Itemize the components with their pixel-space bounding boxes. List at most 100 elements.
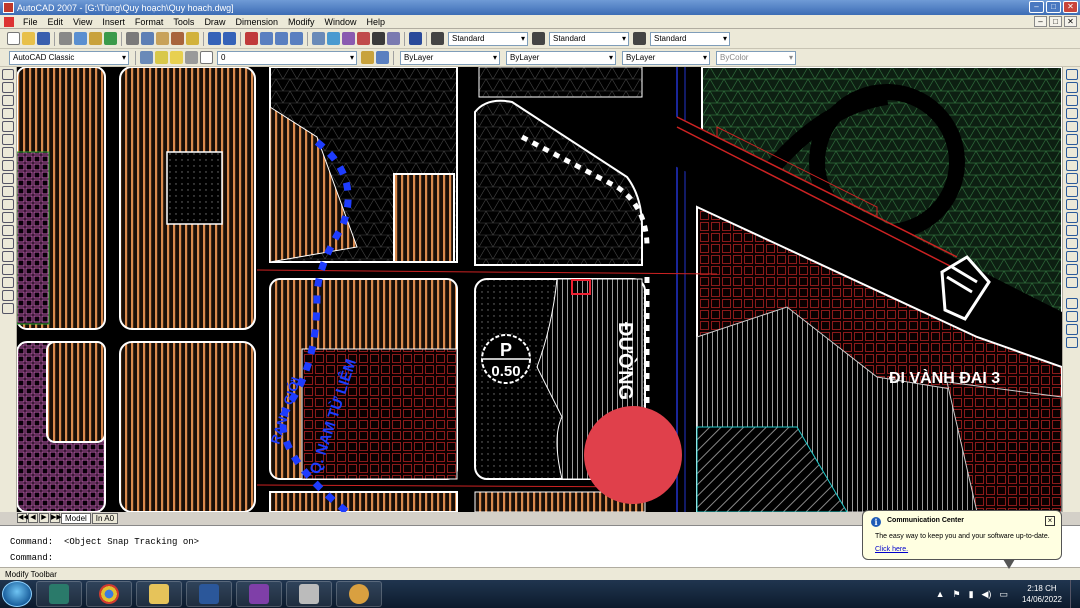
chat-icon[interactable]: ▭ <box>999 589 1008 600</box>
ellipse-icon[interactable] <box>2 186 14 197</box>
sheet-set-icon[interactable] <box>357 32 370 45</box>
offset-icon[interactable] <box>1066 108 1078 119</box>
plot-style-dropdown[interactable]: ByColor <box>716 50 796 65</box>
menu-edit[interactable]: Edit <box>48 17 64 27</box>
color-dropdown[interactable]: ByLayer <box>400 50 500 65</box>
layer-thaw-icon[interactable] <box>170 51 183 64</box>
taskbar-chrome[interactable] <box>86 581 132 607</box>
menu-file[interactable]: File <box>23 17 38 27</box>
circle-icon[interactable] <box>2 147 14 158</box>
layer-previous-icon[interactable] <box>376 51 389 64</box>
table-icon[interactable] <box>2 290 14 301</box>
array-icon[interactable] <box>1066 121 1078 132</box>
text-style-dropdown[interactable]: Standard <box>448 31 528 46</box>
layer-lock-icon[interactable] <box>185 51 198 64</box>
bring-front-icon[interactable] <box>1066 311 1078 322</box>
region-icon[interactable] <box>2 277 14 288</box>
ellipse-arc-icon[interactable] <box>2 199 14 210</box>
design-center-icon[interactable] <box>327 32 340 45</box>
arc-icon[interactable] <box>2 134 14 145</box>
quickcalc-icon[interactable] <box>387 32 400 45</box>
autocad-app-icon[interactable] <box>3 2 14 13</box>
tool-palettes-icon[interactable] <box>342 32 355 45</box>
revision-cloud-icon[interactable] <box>2 160 14 171</box>
gradient-icon[interactable] <box>2 264 14 275</box>
copy-object-icon[interactable] <box>1066 82 1078 93</box>
menu-view[interactable]: View <box>73 17 92 27</box>
cut-icon[interactable] <box>126 32 139 45</box>
zoom-previous-icon[interactable] <box>290 32 303 45</box>
properties-icon[interactable] <box>312 32 325 45</box>
menu-draw[interactable]: Draw <box>204 17 225 27</box>
volume-icon[interactable]: ◀) <box>982 589 992 600</box>
move-icon[interactable] <box>1066 134 1078 145</box>
trim-icon[interactable] <box>1066 186 1078 197</box>
tab-layout-a0[interactable]: In A0 <box>91 512 119 524</box>
balloon-link[interactable]: Click here. <box>875 546 908 553</box>
break-at-point-icon[interactable] <box>1066 212 1078 223</box>
rectangle-icon[interactable] <box>2 121 14 132</box>
layer-on-icon[interactable] <box>155 51 168 64</box>
match-properties-icon[interactable] <box>171 32 184 45</box>
zoom-window-icon[interactable] <box>275 32 288 45</box>
doc-restore-button[interactable]: □ <box>1049 16 1062 27</box>
break-icon[interactable] <box>1066 225 1078 236</box>
join-icon[interactable] <box>1066 238 1078 249</box>
multiline-text-icon[interactable] <box>2 303 14 314</box>
drawing-canvas[interactable]: P 0.50 ĐƯỜNG ĐI VÀNH ĐAI 3 Q. NAM TỪ LIÊ… <box>17 67 1062 512</box>
stretch-icon[interactable] <box>1066 173 1078 184</box>
menu-help[interactable]: Help <box>367 17 386 27</box>
workspace-dropdown[interactable]: AutoCAD Classic <box>9 50 129 65</box>
scale-icon[interactable] <box>1066 160 1078 171</box>
table-style-dropdown[interactable]: Standard <box>650 31 730 46</box>
menu-dimension[interactable]: Dimension <box>235 17 278 27</box>
send-back-icon[interactable] <box>1066 324 1078 335</box>
mirror-icon[interactable] <box>1066 95 1078 106</box>
undo-icon[interactable] <box>208 32 221 45</box>
make-block-icon[interactable] <box>2 225 14 236</box>
taskbar-onenote[interactable] <box>236 581 282 607</box>
tab-prev-button[interactable]: ◀ <box>28 513 38 523</box>
tab-last-button[interactable]: ▶▶ <box>50 513 62 523</box>
taskbar-printer[interactable] <box>286 581 332 607</box>
lineweight-dropdown[interactable]: ByLayer <box>622 50 710 65</box>
print-icon[interactable] <box>59 32 72 45</box>
tab-next-button[interactable]: ▶ <box>39 513 49 523</box>
menu-tools[interactable]: Tools <box>173 17 194 27</box>
erase-icon[interactable] <box>1066 69 1078 80</box>
hatch-icon[interactable] <box>2 251 14 262</box>
taskbar-word[interactable] <box>186 581 232 607</box>
network-icon[interactable]: ▮ <box>969 589 974 600</box>
layer-dropdown[interactable]: 0 <box>217 50 357 65</box>
taskbar-autocad[interactable] <box>36 581 82 607</box>
polyline-icon[interactable] <box>2 95 14 106</box>
clock[interactable]: 2:18 CH 14/06/2022 <box>1022 583 1062 605</box>
plot-preview-icon[interactable] <box>74 32 87 45</box>
flag-icon[interactable]: ⚑ <box>952 589 960 600</box>
draw-order-icon[interactable] <box>1066 298 1078 309</box>
3d-dwf-icon[interactable] <box>104 32 117 45</box>
show-desktop-button[interactable] <box>1070 580 1080 608</box>
chamfer-icon[interactable] <box>1066 251 1078 262</box>
point-icon[interactable] <box>2 238 14 249</box>
layer-color-icon[interactable] <box>200 51 213 64</box>
extend-icon[interactable] <box>1066 199 1078 210</box>
balloon-close-button[interactable]: × <box>1045 516 1055 526</box>
command-input[interactable]: Command: <box>10 552 53 564</box>
spline-icon[interactable] <box>2 173 14 184</box>
insert-block-icon[interactable] <box>2 212 14 223</box>
make-current-icon[interactable] <box>361 51 374 64</box>
new-icon[interactable] <box>7 32 20 45</box>
tab-model[interactable]: Model <box>61 512 91 524</box>
explode-icon[interactable] <box>1066 277 1078 288</box>
close-button[interactable]: ✕ <box>1063 1 1078 13</box>
fillet-icon[interactable] <box>1066 264 1078 275</box>
restore-button[interactable]: □ <box>1046 1 1061 13</box>
line-icon[interactable] <box>2 69 14 80</box>
paste-icon[interactable] <box>156 32 169 45</box>
menu-format[interactable]: Format <box>135 17 164 27</box>
save-icon[interactable] <box>37 32 50 45</box>
communication-center-balloon[interactable]: i Communication Center × The easy way to… <box>862 510 1062 569</box>
minimize-button[interactable]: – <box>1029 1 1044 13</box>
copy-icon[interactable] <box>141 32 154 45</box>
